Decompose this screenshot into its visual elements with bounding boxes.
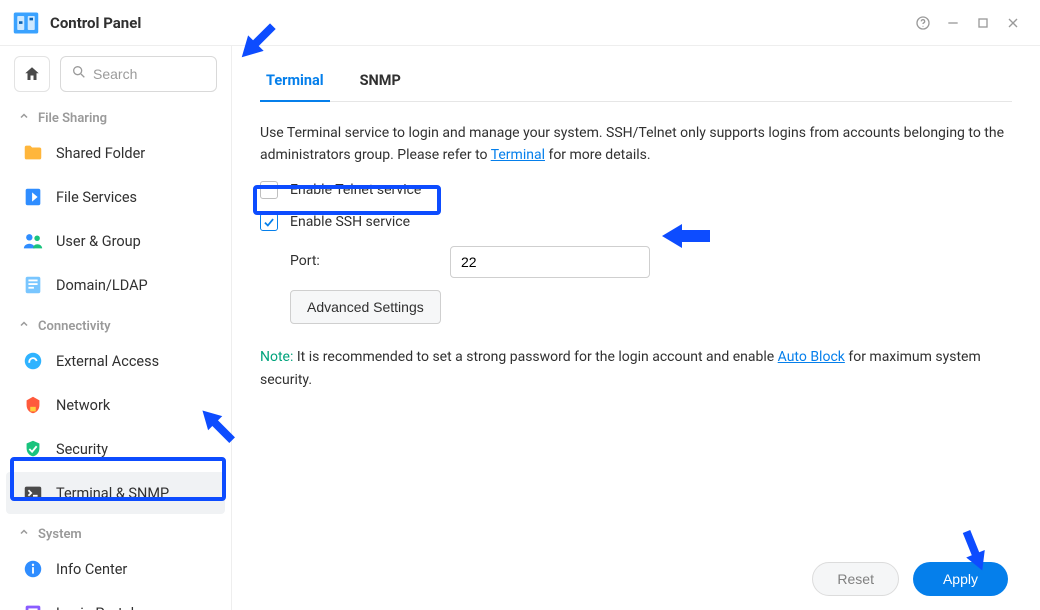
sidebar-item-label: Domain/LDAP <box>56 277 148 294</box>
login-portal-icon <box>22 602 44 610</box>
sidebar-item-terminal-snmp[interactable]: Terminal & SNMP <box>6 472 225 514</box>
note-text: Note: It is recommended to set a strong … <box>260 346 1012 394</box>
tab-content: Use Terminal service to login and manage… <box>260 102 1012 548</box>
sidebar-item-label: User & Group <box>56 233 141 250</box>
sidebar-item-label: Info Center <box>56 561 127 578</box>
search-icon <box>71 64 93 84</box>
search-field[interactable] <box>93 66 206 82</box>
port-label: Port: <box>290 250 450 272</box>
tab-terminal[interactable]: Terminal <box>260 64 330 101</box>
apply-button[interactable]: Apply <box>913 562 1008 596</box>
auto-block-link[interactable]: Auto Block <box>778 349 845 365</box>
description-text: Use Terminal service to login and manage… <box>260 122 1012 167</box>
sidebar-item-domain-ldap[interactable]: Domain/LDAP <box>6 264 225 306</box>
sidebar: File Sharing Shared Folder File Services… <box>0 46 232 610</box>
advanced-settings-button[interactable]: Advanced Settings <box>290 290 441 324</box>
terminal-help-link[interactable]: Terminal <box>491 147 545 163</box>
sidebar-item-shared-folder[interactable]: Shared Folder <box>6 132 225 174</box>
section-label: Connectivity <box>38 319 111 334</box>
reset-button[interactable]: Reset <box>812 562 899 596</box>
shield-icon <box>22 438 44 460</box>
sidebar-item-label: External Access <box>56 353 159 370</box>
external-access-icon <box>22 350 44 372</box>
sidebar-item-external-access[interactable]: External Access <box>6 340 225 382</box>
sidebar-item-login-portal[interactable]: Login Portal <box>6 592 225 610</box>
maximize-button[interactable] <box>968 8 998 38</box>
enable-ssh-label[interactable]: Enable SSH service <box>290 211 410 233</box>
network-icon <box>22 394 44 416</box>
chevron-up-icon <box>18 526 30 542</box>
chevron-up-icon <box>18 318 30 334</box>
sidebar-item-file-services[interactable]: File Services <box>6 176 225 218</box>
tab-snmp[interactable]: SNMP <box>354 64 407 101</box>
control-panel-icon <box>12 9 40 37</box>
port-input[interactable] <box>450 246 650 278</box>
search-input[interactable] <box>60 56 217 92</box>
sidebar-item-label: File Services <box>56 189 137 206</box>
help-button[interactable] <box>908 8 938 38</box>
footer: Reset Apply <box>260 548 1012 610</box>
main-panel: Terminal SNMP Use Terminal service to lo… <box>232 46 1040 610</box>
info-icon <box>22 558 44 580</box>
sidebar-item-label: Shared Folder <box>56 145 145 162</box>
chevron-up-icon <box>18 110 30 126</box>
minimize-button[interactable] <box>938 8 968 38</box>
terminal-icon <box>22 482 44 504</box>
domain-ldap-icon <box>22 274 44 296</box>
close-button[interactable] <box>998 8 1028 38</box>
sidebar-item-label: Network <box>56 397 110 414</box>
titlebar: Control Panel <box>0 0 1040 46</box>
window-title: Control Panel <box>50 14 141 32</box>
enable-telnet-label[interactable]: Enable Telnet service <box>290 179 421 201</box>
home-button[interactable] <box>14 56 50 92</box>
section-label: System <box>38 527 82 542</box>
tabs: Terminal SNMP <box>260 64 1012 102</box>
sidebar-item-user-group[interactable]: User & Group <box>6 220 225 262</box>
user-group-icon <box>22 230 44 252</box>
file-services-icon <box>22 186 44 208</box>
sidebar-item-label: Security <box>56 441 108 458</box>
section-label: File Sharing <box>38 111 107 126</box>
sidebar-item-security[interactable]: Security <box>6 428 225 470</box>
section-connectivity[interactable]: Connectivity <box>0 308 231 338</box>
enable-telnet-checkbox[interactable] <box>260 181 278 199</box>
sidebar-item-network[interactable]: Network <box>6 384 225 426</box>
folder-icon <box>22 142 44 164</box>
section-file-sharing[interactable]: File Sharing <box>0 100 231 130</box>
sidebar-item-label: Terminal & SNMP <box>56 485 169 502</box>
sidebar-item-info-center[interactable]: Info Center <box>6 548 225 590</box>
section-system[interactable]: System <box>0 516 231 546</box>
sidebar-item-label: Login Portal <box>56 605 134 610</box>
enable-ssh-checkbox[interactable] <box>260 213 278 231</box>
